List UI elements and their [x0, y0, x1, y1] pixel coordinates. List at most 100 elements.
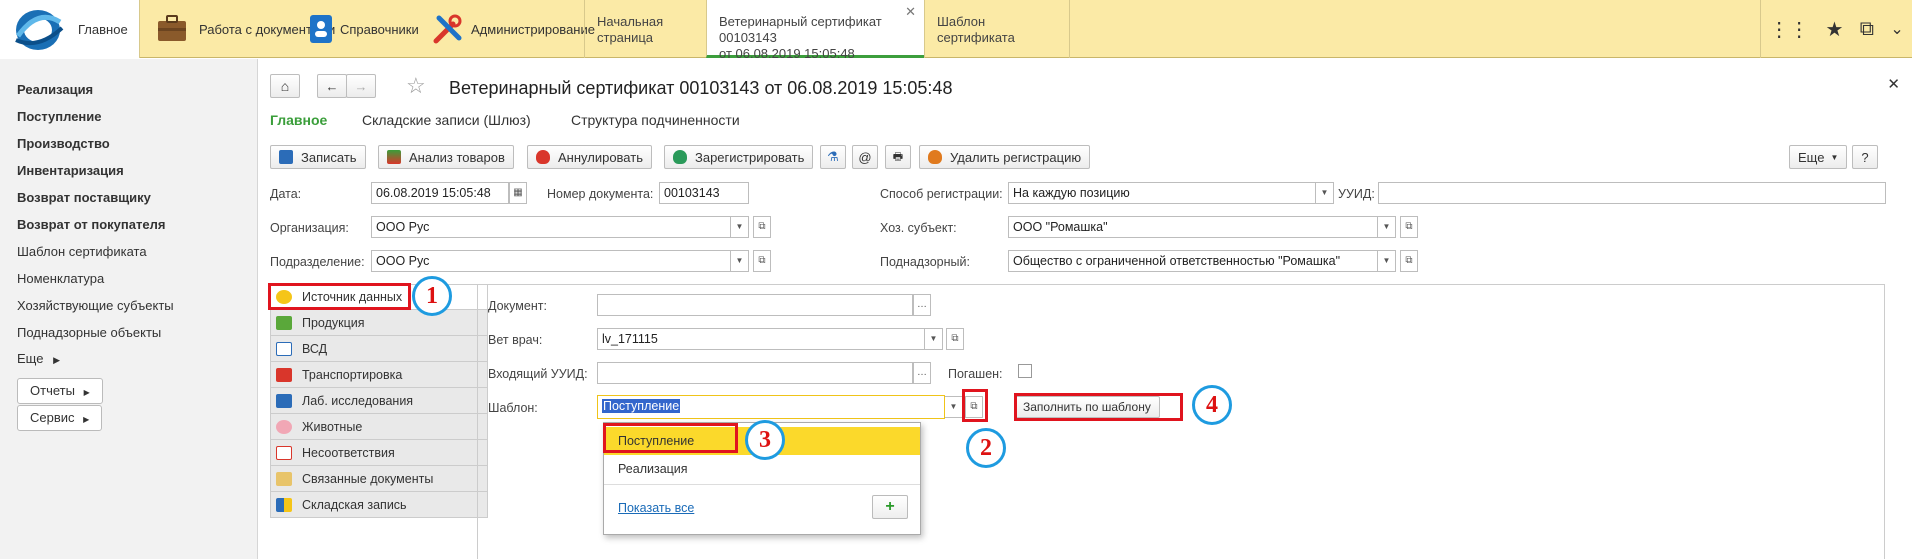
open-icon[interactable]: ⧉ — [753, 216, 771, 238]
section-related-docs[interactable]: Связанные документы — [270, 466, 488, 492]
tab-start-page[interactable]: Начальная страница — [584, 0, 706, 58]
sidebar-item-production[interactable]: Производство — [17, 136, 110, 151]
copy-icon[interactable]: ⧉ — [1860, 18, 1874, 41]
section-directories[interactable]: Справочники — [294, 0, 420, 58]
dept-field[interactable]: ООО Рус — [371, 250, 731, 272]
docnum-label: Номер документа: — [547, 187, 654, 201]
org-field[interactable]: ООО Рус — [371, 216, 731, 238]
register-button[interactable]: Зарегистрировать — [664, 145, 814, 169]
regmethod-field[interactable]: На каждую позицию — [1008, 182, 1316, 204]
arrow-left-icon: ← — [325, 78, 339, 94]
dropdown-arrow-icon[interactable]: ▼ — [731, 216, 749, 238]
sidebar-item-return-customer[interactable]: Возврат от покупателя — [17, 217, 165, 232]
shield-green-icon — [673, 150, 687, 164]
print-button[interactable]: 🖶 — [885, 145, 911, 169]
section-admin[interactable]: Администрирование — [421, 0, 595, 58]
section-lab[interactable]: Лаб. исследования — [270, 388, 488, 414]
sidebar-item-supervised-objects[interactable]: Поднадзорные объекты — [17, 325, 161, 340]
analyze-goods-button[interactable]: Анализ товаров — [378, 145, 514, 169]
open-icon[interactable]: ⧉ — [1400, 216, 1418, 238]
sidebar-item-sales[interactable]: Реализация — [17, 82, 93, 97]
template-field[interactable]: Поступление — [597, 395, 945, 419]
select-ellipsis-icon[interactable]: … — [913, 362, 931, 384]
uuid-field[interactable] — [1378, 182, 1886, 204]
help-label: ? — [1861, 149, 1869, 165]
caret-right-icon: ▶ — [83, 415, 90, 424]
sidebar-item-business-entities[interactable]: Хозяйствующие субъекты — [17, 298, 174, 313]
open-icon[interactable]: ⧉ — [1400, 250, 1418, 272]
dropdown-arrow-icon[interactable]: ▼ — [1378, 250, 1396, 272]
tab-vet-certificate[interactable]: Ветеринарный сертификат 00103143 от 06.0… — [706, 0, 924, 61]
tab-certificate-template[interactable]: Шаблон сертификата — [924, 0, 1070, 58]
open-tabs: Начальная страница Ветеринарный сертифик… — [584, 0, 1070, 61]
annul-button[interactable]: Аннулировать — [527, 145, 652, 169]
select-ellipsis-icon[interactable]: … — [913, 294, 931, 316]
tab-warehouse-records[interactable]: Складские записи (Шлюз) — [362, 112, 531, 128]
favorite-star-icon[interactable]: ☆ — [406, 73, 426, 99]
shield-orange-icon — [928, 150, 942, 164]
annul-button-label: Аннулировать — [558, 149, 643, 165]
add-icon[interactable]: + — [872, 495, 908, 519]
section-products[interactable]: Продукция — [270, 310, 488, 336]
save-button-label: Записать — [301, 149, 357, 165]
section-documents[interactable]: Работа с документами — [141, 0, 335, 58]
doc-field[interactable] — [597, 294, 913, 316]
section-nonconformities[interactable]: Несоответствия — [270, 440, 488, 466]
open-icon[interactable]: ⧉ — [753, 250, 771, 272]
sidebar-item-nomenclature[interactable]: Номенклатура — [17, 271, 104, 286]
sidebar-item-inventory[interactable]: Инвентаризация — [17, 163, 124, 178]
reports-button[interactable]: Отчеты ▶ — [17, 378, 103, 404]
section-transport[interactable]: Транспортировка — [270, 362, 488, 388]
more-button[interactable]: Еще ▼ — [1789, 145, 1848, 169]
warehouse-icon — [276, 497, 292, 512]
chevron-down-icon[interactable]: ⌄ — [1890, 19, 1903, 39]
docnum-field[interactable]: 00103143 — [659, 182, 749, 204]
section-animals[interactable]: Животные — [270, 414, 488, 440]
highlight-box — [268, 283, 411, 310]
service-button-label: Сервис — [30, 410, 75, 425]
sidebar-item-return-supplier[interactable]: Возврат поставщику — [17, 190, 151, 205]
org-label: Организация: — [270, 221, 349, 235]
back-button[interactable]: ← — [317, 74, 347, 98]
email-button[interactable]: @ — [852, 145, 878, 169]
forward-button[interactable]: → — [346, 74, 376, 98]
dropdown-arrow-icon[interactable]: ▼ — [925, 328, 943, 350]
date-field[interactable]: 06.08.2019 15:05:48 — [371, 182, 509, 204]
show-all-link[interactable]: Показать все — [618, 501, 694, 515]
section-label: Складская запись — [302, 497, 407, 512]
open-icon[interactable]: ⧉ — [946, 328, 964, 350]
warning-doc-icon — [276, 445, 292, 460]
basket-icon — [276, 315, 292, 330]
dropdown-arrow-icon[interactable]: ▼ — [1378, 216, 1396, 238]
tab-main[interactable]: Главное — [270, 112, 327, 128]
vet-field[interactable]: lv_171115 — [597, 328, 925, 350]
subject-field[interactable]: ООО "Ромашка" — [1008, 216, 1378, 238]
section-warehouse-record[interactable]: Складская запись — [270, 492, 488, 518]
help-button[interactable]: ? — [1852, 145, 1878, 169]
section-vsd[interactable]: ВСД — [270, 336, 488, 362]
section-home[interactable]: Главное — [0, 0, 140, 58]
tab-subordination[interactable]: Структура подчиненности — [571, 112, 740, 128]
in-uuid-field[interactable] — [597, 362, 913, 384]
star-icon[interactable]: ★ — [1826, 17, 1844, 42]
template-dropdown-arrow-icon[interactable]: ▼ — [945, 396, 963, 418]
supervised-field[interactable]: Общество с ограниченной ответственностью… — [1008, 250, 1378, 272]
sidebar-item-receipt[interactable]: Поступление — [17, 109, 102, 124]
home-button[interactable]: ⌂ — [270, 74, 300, 98]
close-form-icon[interactable]: ✕ — [1887, 75, 1900, 93]
sidebar-item-cert-template[interactable]: Шаблон сертификата — [17, 244, 147, 259]
save-button[interactable]: Записать — [270, 145, 366, 169]
document-form: ⌂ ← → ☆ Ветеринарный сертификат 00103143… — [259, 59, 1912, 559]
grid-menu-icon[interactable]: ⋮⋮ — [1769, 17, 1809, 42]
service-button[interactable]: Сервис ▶ — [17, 405, 103, 431]
dropdown-arrow-icon[interactable]: ▼ — [1316, 182, 1334, 204]
extinguished-checkbox[interactable] — [1018, 364, 1032, 378]
microscope-button[interactable]: ⚗ — [820, 145, 846, 169]
dropdown-arrow-icon[interactable]: ▼ — [731, 250, 749, 272]
calendar-icon[interactable]: ▦ — [509, 182, 527, 204]
sidebar-more-label: Еще — [17, 351, 44, 366]
delete-registration-button[interactable]: Удалить регистрацию — [919, 145, 1091, 169]
tab-close-icon[interactable]: ✕ — [905, 4, 916, 20]
sidebar-more[interactable]: Еще ▶ — [17, 351, 60, 366]
truck-icon — [276, 367, 292, 382]
